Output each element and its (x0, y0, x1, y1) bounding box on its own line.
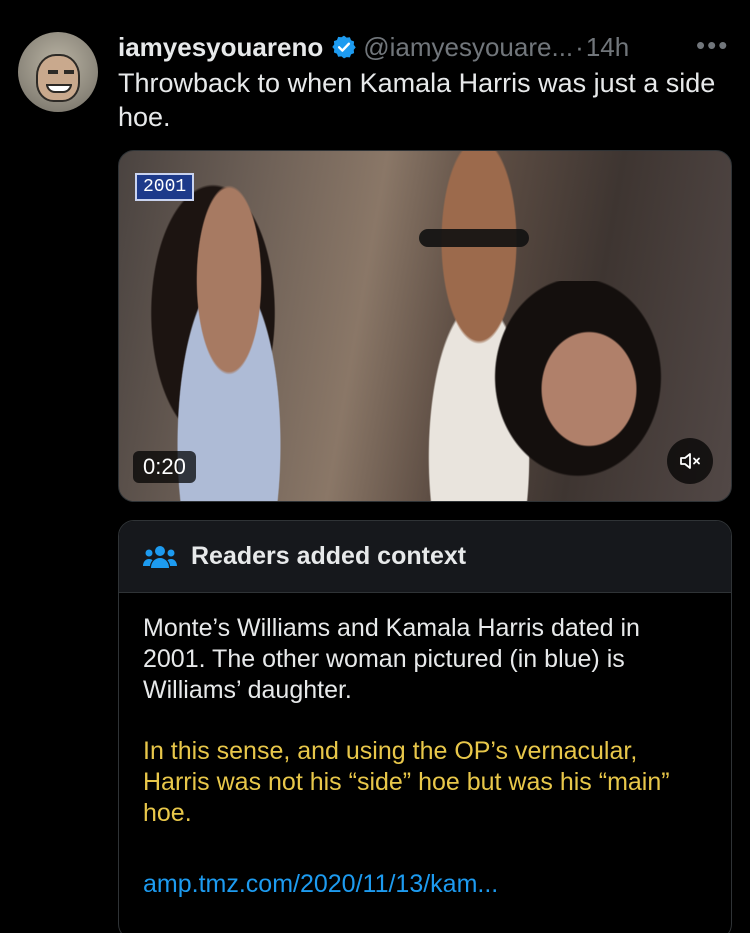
year-badge: 2001 (135, 173, 195, 201)
community-note-header[interactable]: Readers added context (119, 521, 731, 593)
video-player[interactable]: 2001 0:20 (118, 150, 732, 502)
video-duration: 0:20 (133, 451, 196, 483)
avatar[interactable] (18, 32, 98, 112)
mute-button[interactable] (667, 438, 713, 484)
tweet-text: Throwback to when Kamala Harris was just… (118, 68, 716, 132)
more-horizontal-icon[interactable]: ••• (696, 30, 729, 61)
community-note-title: Readers added context (191, 542, 467, 570)
note-paragraph-2-highlighted: In this sense, and using the OP’s vernac… (143, 736, 707, 829)
separator-dot: · (575, 31, 584, 62)
community-note-body: Monte’s Williams and Kamala Harris dated… (119, 593, 731, 900)
handle[interactable]: @iamyesyouare... (363, 32, 573, 63)
timestamp[interactable]: 14h (586, 32, 629, 63)
video-frame-person-right (479, 281, 699, 501)
speaker-muted-icon (680, 453, 700, 469)
verified-badge-icon (332, 35, 356, 59)
source-link[interactable]: amp.tmz.com/2020/11/13/kam... (143, 869, 707, 900)
video-frame-sunglasses (419, 229, 529, 247)
display-name[interactable]: iamyesyouareno (118, 32, 323, 63)
post-header: iamyesyouareno @iamyesyouare... · 14h (118, 30, 629, 64)
note-paragraph-1: Monte’s Williams and Kamala Harris dated… (143, 614, 640, 704)
community-note: Readers added context Monte’s Williams a… (118, 520, 732, 933)
people-group-icon (143, 545, 177, 568)
